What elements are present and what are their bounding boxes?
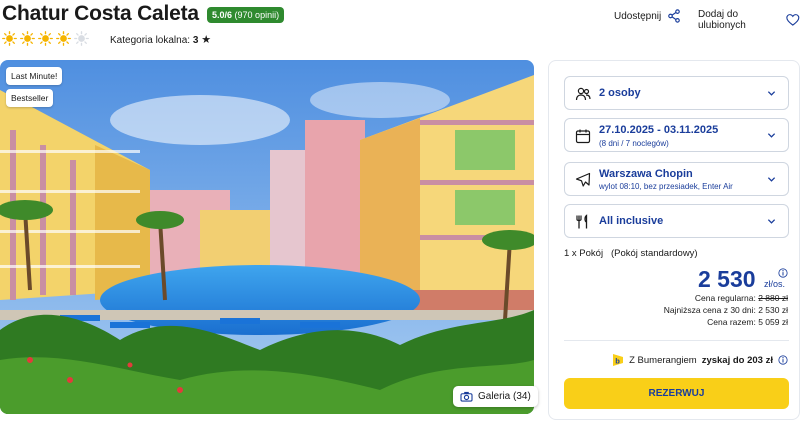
regular-price-value: 2 880 zł	[758, 293, 788, 303]
bumerang-prefix: Z Bumerangiem	[629, 354, 697, 366]
star-icon: ★	[201, 34, 212, 46]
svg-text:b: b	[615, 356, 620, 365]
local-category: Kategoria lokalna: 3 ★	[110, 33, 211, 46]
category-label: Kategoria lokalna:	[110, 35, 191, 46]
info-icon[interactable]	[778, 268, 788, 278]
add-favorite-button[interactable]: Dodaj do ulubionych	[698, 9, 800, 31]
duration-value: (8 dni / 7 noclegów)	[599, 139, 669, 148]
airport-value: Warszawa Chopin	[599, 168, 693, 180]
room-info: 1 x Pokój (Pokój standardowy)	[564, 248, 698, 259]
airplane-icon	[575, 172, 591, 187]
share-button[interactable]: Udostępnij	[614, 9, 681, 23]
sun-icon-empty	[74, 31, 89, 46]
calendar-icon	[575, 129, 591, 144]
guests-select[interactable]: 2 osoby	[564, 76, 789, 110]
sun-icon	[38, 31, 53, 46]
book-button[interactable]: REZERWUJ	[564, 378, 789, 409]
sun-icon	[56, 31, 71, 46]
favorite-label: Dodaj do ulubionych	[698, 9, 746, 31]
hotel-name: Chatur Costa Caleta	[2, 2, 199, 25]
price-unit: zł/os.	[764, 279, 786, 289]
chevron-down-icon	[767, 133, 776, 138]
regular-price-label: Cena regularna:	[694, 293, 756, 303]
total-price-label: Cena razem:	[707, 317, 756, 327]
chevron-down-icon	[767, 91, 776, 96]
rating-count: (970 opinii)	[234, 10, 280, 20]
dates-value: 27.10.2025 - 03.11.2025	[599, 124, 719, 136]
bumerang-amount: zyskaj do 203 zł	[701, 354, 773, 366]
price-per-person: 2 530	[698, 266, 756, 292]
lowest-price: Najniższa cena z 30 dni: 2 530 zł	[664, 305, 788, 315]
sun-icon	[20, 31, 35, 46]
rating-badge[interactable]: 5.0/6 (970 opinii)	[207, 7, 285, 23]
lowest-price-value: 2 530 zł	[758, 305, 788, 315]
gallery-label: Galeria (34)	[478, 391, 531, 402]
board-select[interactable]: All inclusive	[564, 204, 789, 238]
category-value: 3	[192, 35, 199, 46]
dates-select[interactable]: 27.10.2025 - 03.11.2025 (8 dni / 7 nocle…	[564, 118, 789, 152]
rating-score: 5.0/6	[212, 10, 233, 20]
heart-icon	[786, 14, 800, 26]
bumerang-promo: b Z Bumerangiem zyskaj do 203 zł	[612, 353, 788, 367]
lowest-price-label: Najniższa cena z 30 dni:	[663, 305, 756, 315]
camera-icon	[460, 391, 473, 402]
divider	[564, 340, 789, 341]
gallery-button[interactable]: Galeria (34)	[453, 386, 538, 407]
bumerang-logo-icon: b	[613, 354, 624, 366]
sun-icon	[2, 31, 17, 46]
flight-info: wylot 08:10, bez przesiadek, Enter Air	[599, 182, 733, 191]
total-price: Cena razem: 5 059 zł	[707, 317, 788, 327]
share-label: Udostępnij	[614, 10, 662, 22]
hotel-photo[interactable]	[0, 60, 534, 414]
hotel-pool-image	[0, 60, 534, 414]
share-icon	[668, 9, 681, 23]
info-icon[interactable]	[778, 355, 788, 365]
badge-bestseller: Bestseller	[6, 89, 54, 107]
sun-rating	[2, 31, 89, 46]
people-icon	[575, 87, 591, 101]
regular-price: Cena regularna: 2 880 zł	[695, 293, 788, 303]
total-price-value: 5 059 zł	[758, 317, 788, 327]
departure-select[interactable]: Warszawa Chopin wylot 08:10, bez przesia…	[564, 162, 789, 196]
badge-last-minute: Last Minute!	[6, 67, 63, 85]
cutlery-icon	[576, 214, 588, 229]
chevron-down-icon	[767, 219, 776, 224]
board-value: All inclusive	[599, 215, 664, 227]
chevron-down-icon	[767, 177, 776, 182]
guests-value: 2 osoby	[599, 87, 641, 99]
